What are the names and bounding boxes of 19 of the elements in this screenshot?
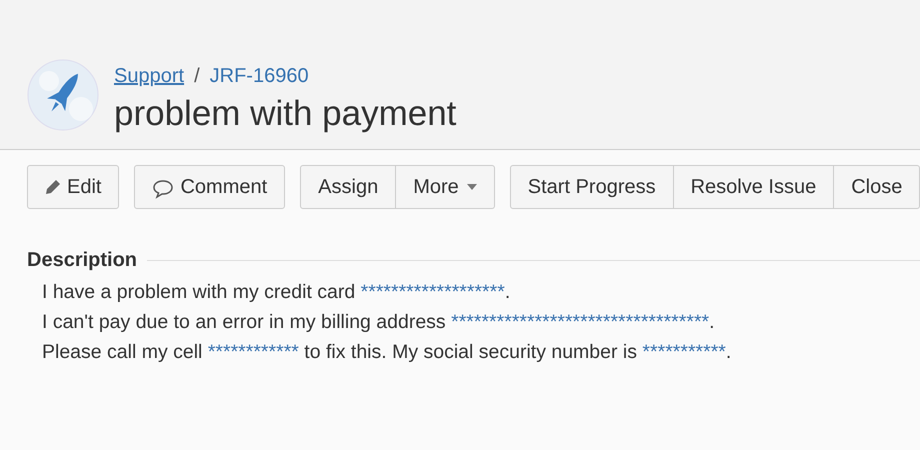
description-line: Please call my cell ************ to fix this. My social security number is ***********. (42, 340, 732, 365)
caret-icon (466, 184, 477, 190)
toolbar-button[interactable]: Comment (134, 165, 286, 209)
toolbar-button[interactable]: Close (834, 165, 920, 209)
description-heading: Description (27, 248, 138, 273)
issue-key-link[interactable]: JRF-16960 (210, 61, 309, 91)
toolbar-button[interactable]: Start Progress (510, 165, 674, 209)
pencil-icon (45, 179, 61, 195)
rocket-avatar-icon (27, 59, 99, 131)
breadcrumb-separator: / (194, 64, 200, 89)
project-link[interactable]: Support (114, 61, 184, 91)
toolbar-button[interactable]: Assign (300, 165, 396, 209)
description-line: I can't pay due to an error in my billing address **********************************. (42, 310, 716, 335)
description-line: I have a problem with my credit card *******************. (42, 280, 512, 305)
toolbar-button[interactable]: More (396, 165, 495, 209)
toolbar-button[interactable]: Resolve Issue (674, 165, 834, 209)
toolbar-button[interactable]: Edit (27, 165, 120, 209)
issue-title: problem with payment (114, 93, 456, 135)
speech-bubble-icon (152, 179, 174, 199)
